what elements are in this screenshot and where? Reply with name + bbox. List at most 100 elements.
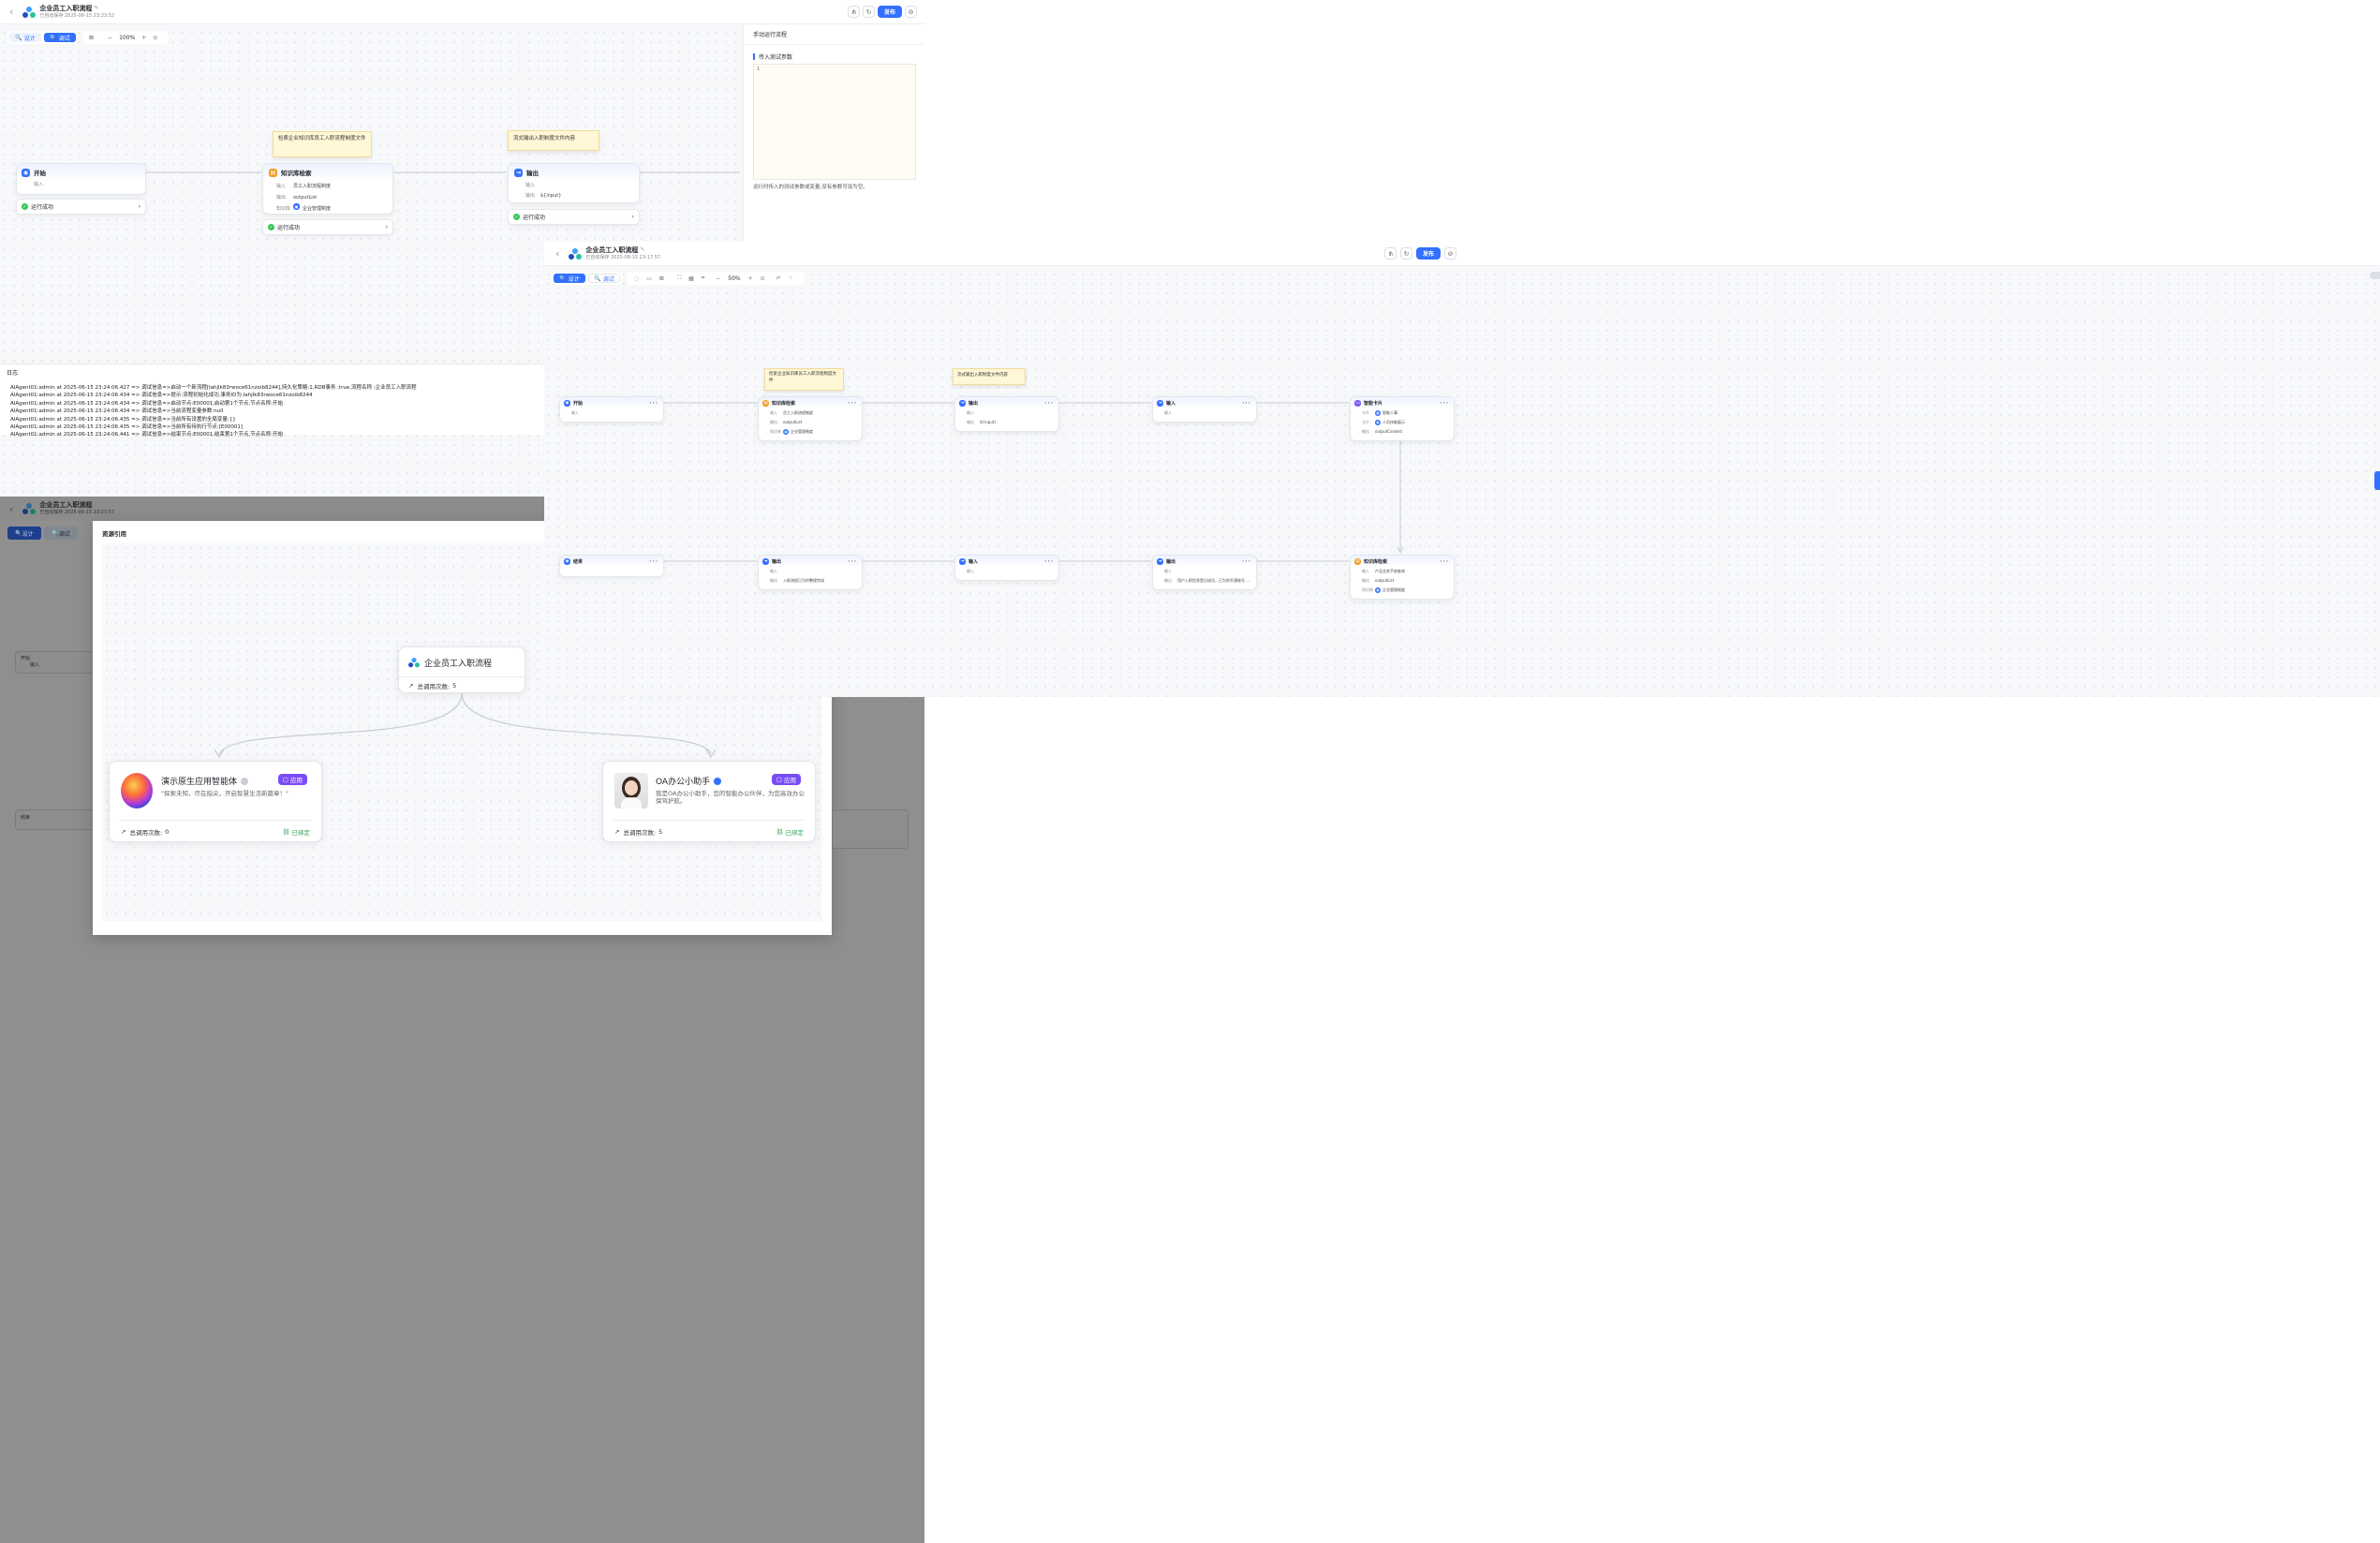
more-icon[interactable]: ··· [1044,558,1054,565]
share-icon: ↗ [614,828,620,836]
more-icon[interactable]: ··· [848,400,857,407]
agent-avatar [121,773,153,809]
zoom-level: 100% [119,34,136,41]
reset-zoom-icon[interactable]: ⊙ [761,275,765,282]
field-label: 输出 [1362,429,1369,434]
undo-icon[interactable]: ↶ [776,275,781,282]
bg-end-node: 结束 [15,809,99,830]
comment-icon[interactable]: ◌ [634,275,639,282]
share-icon[interactable]: ⋔ [1384,247,1397,260]
app-description: 我是OA办公小助手，您的智能办公伙伴，为您高效办公保驾护航。 [656,790,805,806]
field-label: 输出 [770,420,777,424]
knowledge-search-node[interactable]: ▤ 知识库检索 输入 员工入职流程制度 输出 outputList 知识库 ▣ 企业管理… [262,163,393,215]
publish-button[interactable]: 发布 [1416,247,1441,260]
params-label: 传入测试参数 [759,54,793,61]
field-value: ${input} [980,420,997,424]
workflow-node[interactable]: ⇥ 输入 ··· 输入 [954,555,1059,581]
top-bar: ‹ 企业员工入职流程 ✎ 已自动保存 2025-06-15 23:17:57 ⋔ … [544,242,2380,266]
zoom-out-icon[interactable]: − [716,275,720,282]
debug-tab[interactable]: 🔍 调试 [588,274,620,283]
workflow-node[interactable]: ◉ 开始 ··· 输入 [559,396,664,423]
fit-view-icon[interactable]: ⊠ [89,35,94,41]
share-icon[interactable]: ⋔ [848,6,860,18]
edit-title-icon[interactable]: ✎ [94,6,98,11]
field-value: 产品业务手册查询 [1375,569,1405,573]
history-icon[interactable]: ↻ [1400,247,1412,260]
workflow-node[interactable]: ⇥ 输出 ··· 输入 输出 ${input} [954,396,1059,432]
workflow-node[interactable]: ◉ 结束 ··· [559,555,664,577]
auto-layout-toggle[interactable] [2370,272,2380,279]
back-icon[interactable]: ‹ [555,247,559,260]
workflow-card[interactable]: 企业员工入职流程 ↗ 总调用次数: 5 [398,646,525,693]
workflow-logo-icon [569,247,583,260]
more-icon[interactable]: ··· [848,558,857,565]
autosave-text: 已自动保存 2025-06-15 23:17:57 [585,254,661,260]
field-label: 输入 [1164,410,1172,415]
edit-title-icon[interactable]: ✎ [640,247,644,253]
link-icon[interactable]: ⊘ [1444,247,1456,260]
node-title: 知识库检索 [1364,558,1388,565]
flow-edges [663,402,1404,562]
right-drawer-handle[interactable] [2374,471,2380,490]
redo-icon[interactable]: ↷ [789,275,793,282]
workflow-node[interactable]: ⇥ 输出 ··· 输入 输出 用户入职信息登记成功，已为你开通账号 ... [1152,555,1257,590]
link-icon: ⛓ [776,828,784,836]
publish-button[interactable]: 发布 [878,6,902,18]
layout-icon[interactable]: ⌗ [702,274,704,282]
input-icon: ⇥ [959,557,966,565]
design-tab[interactable]: 🔍 设计 [554,274,585,283]
workflow-node[interactable]: ⇥ 输入 ··· 输入 [1152,396,1257,423]
params-editor[interactable]: 1 [753,64,916,180]
more-icon[interactable]: ··· [1242,558,1251,565]
zoom-in-icon[interactable]: + [748,275,753,282]
workflow-node[interactable]: ⇥ 输出 ··· 输入 输出 入职流程已为你整理完成 [758,555,863,590]
workflow-node[interactable]: ▤ 知识库检索 ··· 输入 产品业务手册查询 输出 outputList 知识库 ▣ 企业管理制… [1350,555,1455,600]
output-icon: ⇥ [1157,557,1163,565]
zoom-in-icon[interactable]: + [141,35,146,41]
chevron-right-icon: › [138,203,140,210]
sticky-note[interactable]: 检索企业知识库员工入职流程制度文件 [273,131,372,157]
app-card[interactable]: 演示原生应用智能体 ▢ 应用 "探索未知，尽在指尖，开启智慧生活新篇章！" ↗ 总… [109,761,322,842]
kb-badge-icon: ▣ [1375,587,1381,593]
sticky-note[interactable]: 检索企业知识库员工入职流程制度文件 [764,368,844,391]
more-icon[interactable]: ··· [1440,400,1449,407]
sticky-note[interactable]: 流式输出入职制度文件内容 [953,368,1026,385]
more-icon[interactable]: ··· [1044,400,1054,407]
app-card[interactable]: OA办公小助手 ▢ 应用 我是OA办公小助手，您的智能办公伙伴，为您高效办公保驾… [602,761,816,842]
field-label: 输入 [967,569,974,573]
output-node[interactable]: ⇥ 输出 输入 输出 ${input} [508,163,640,203]
zoom-out-icon[interactable]: − [108,35,112,41]
design-tab[interactable]: 🔍 设计 [9,33,41,42]
back-icon[interactable]: ‹ [9,6,13,18]
field-label: 输出 [967,420,974,424]
reset-zoom-icon[interactable]: ⊙ [153,35,157,41]
note-icon[interactable]: ▭ [646,275,652,282]
grid-icon[interactable]: ▦ [688,275,694,282]
link-icon[interactable]: ⊘ [905,6,917,18]
field-value: outputList [1375,578,1395,583]
field-value: 入职流程已为你整理完成 [783,578,824,583]
clear-icon[interactable]: ⊠ [659,275,664,282]
workflow-node[interactable]: ▤ 知识库检索 ··· 输入 员工入职流程制度 输出 outputList 知识库 ▣ 企业管理制… [758,396,863,441]
run-status[interactable]: ✓ 运行成功 › [16,199,146,215]
more-icon[interactable]: ··· [649,400,658,407]
node-title: 知识库检索 [772,400,796,407]
params-hint: 运行时传入的测试参数或变量,没有参数可设为空。 [753,185,868,190]
workflow-node[interactable]: ▭ 智能卡片 ··· 卡片 ▣ 智能人事 卡片 ▣ 人员技能展示 输出 outputContent [1350,396,1455,441]
kb-badge-icon: ▣ [293,203,300,210]
more-icon[interactable]: ··· [1440,558,1449,565]
more-icon[interactable]: ··· [1242,400,1251,407]
sticky-note[interactable]: 流式输出入职制度文件内容 [508,130,599,151]
success-icon: ✓ [268,224,274,230]
run-status[interactable]: ✓ 运行成功 › [262,219,393,235]
link-icon: ⛓ [282,828,290,836]
success-icon: ✓ [22,203,28,210]
log-panel: 日志 AIAgent01:admin at 2025-06-15 23:24:0… [0,363,544,438]
fullscreen-icon[interactable]: ⛶ [677,274,681,282]
run-status[interactable]: ✓ 运行成功 › [508,209,640,225]
start-node[interactable]: ◉ 开始 输入 [16,163,146,195]
more-icon[interactable]: ··· [649,558,658,565]
input-icon: ⇥ [1157,399,1163,407]
debug-tab[interactable]: 🔍 调试 [44,33,76,42]
history-icon[interactable]: ↻ [863,6,875,18]
